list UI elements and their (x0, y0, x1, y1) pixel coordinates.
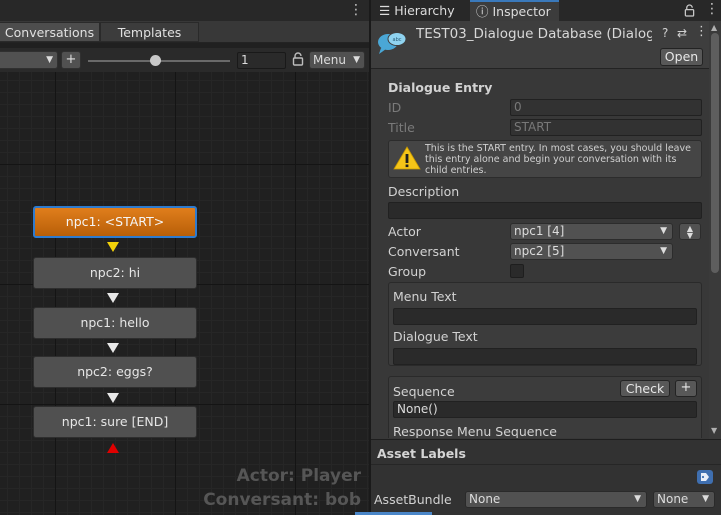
scroll-up-icon[interactable]: ▲ (711, 23, 717, 32)
help-text: This is the START entry. In most cases, … (425, 143, 691, 176)
tab-templates[interactable]: Templates (100, 22, 199, 42)
dialogue-node[interactable]: npc1: hello (33, 307, 197, 339)
chevron-down-icon: ▼ (353, 55, 360, 65)
lock-icon[interactable] (292, 52, 304, 66)
conversant-label: Conversant (388, 244, 460, 259)
title-field: START (510, 119, 702, 136)
assetbundle-variant-dropdown[interactable]: None ▼ (653, 491, 715, 508)
inspector-kebab-menu-icon[interactable]: ⋮ (705, 1, 719, 17)
tab-hierarchy-label: Hierarchy (394, 3, 455, 18)
check-sequence-button[interactable]: Check (620, 380, 670, 397)
chevron-down-icon: ▼ (686, 231, 694, 240)
actor-label: Actor (388, 224, 421, 239)
link-arrow-icon (107, 293, 119, 303)
editor-toolbar: ▼ + 1 Menu ▼ (0, 48, 369, 72)
tab-hierarchy[interactable]: ☰ Hierarchy (371, 0, 469, 21)
assetbundle-name-dropdown[interactable]: None ▼ (465, 491, 647, 508)
inspector-tab-row: ☰ Hierarchy ⓘ Inspector ⋮ (371, 0, 721, 21)
editor-tab-row: Conversations Templates (0, 21, 369, 43)
dialogue-editor-panel: ⋮ Conversations Templates ▼ + 1 Menu ▼ n… (0, 0, 369, 515)
conversant-overlay-label: Conversant: bob (203, 490, 361, 510)
preset-settings-icon[interactable]: ⇄ (677, 26, 687, 40)
scrollbar-thumb[interactable] (711, 33, 719, 273)
inspector-scrollbar[interactable]: ▲ ▼ (709, 21, 721, 439)
inspector-object-title: TEST03_Dialogue Database (Dialogue (416, 26, 652, 42)
dialogue-node-start[interactable]: npc1: <START> (33, 206, 197, 238)
help-box: This is the START entry. In most cases, … (388, 140, 702, 178)
menu-dropdown[interactable]: Menu ▼ (309, 51, 365, 69)
actor-value: npc1 [4] (514, 224, 565, 238)
tab-inspector-label: Inspector (492, 4, 551, 19)
start-link-arrow-icon (107, 242, 119, 252)
assetbundle-label: AssetBundle (374, 492, 452, 507)
menu-text-label: Menu Text (393, 289, 457, 304)
warning-icon (393, 146, 421, 170)
scroll-down-icon[interactable]: ▼ (711, 426, 717, 435)
tab-inspector[interactable]: ⓘ Inspector (470, 0, 559, 21)
tab-conversations[interactable]: Conversations (0, 22, 100, 42)
zoom-value-field[interactable]: 1 (237, 52, 286, 69)
help-icon[interactable]: ? (662, 26, 668, 40)
list-icon: ☰ (379, 3, 391, 18)
assetbundle-name-value: None (469, 492, 501, 506)
dialogue-database-icon: abc (378, 32, 407, 54)
sequence-field[interactable]: None() (393, 401, 697, 418)
add-sequence-button[interactable]: + (675, 380, 697, 397)
chevron-down-icon: ▼ (634, 494, 641, 504)
chevron-down-icon: ▼ (660, 226, 667, 236)
sequence-box: Sequence Check + None() Response Menu Se… (388, 376, 702, 438)
divider (371, 464, 721, 465)
asset-labels-section: Asset Labels AssetBundle None ▼ None ▼ (371, 439, 721, 515)
menu-dropdown-label: Menu (313, 53, 346, 67)
open-button[interactable]: Open (660, 48, 703, 66)
chevron-down-icon: ▼ (702, 494, 709, 504)
conversation-dropdown[interactable]: ▼ (0, 51, 58, 69)
dialogue-node-end[interactable]: npc1: sure [END] (33, 406, 197, 438)
asset-labels-title: Asset Labels (377, 446, 466, 461)
editor-kebab-menu-icon[interactable]: ⋮ (349, 2, 363, 18)
link-arrow-icon (107, 393, 119, 403)
response-menu-sequence-label: Response Menu Sequence (393, 424, 557, 438)
swap-actor-conversant-button[interactable]: ▲ ▼ (679, 223, 701, 240)
inspector-panel: ☰ Hierarchy ⓘ Inspector ⋮ abc TEST03_Dia… (371, 0, 721, 515)
assetbundle-variant-value: None (657, 492, 689, 506)
dialogue-text-label: Dialogue Text (393, 329, 478, 344)
actor-dropdown[interactable]: npc1 [4] ▼ (510, 223, 673, 240)
actor-overlay-label: Actor: Player (236, 466, 361, 486)
menu-text-field[interactable] (393, 308, 697, 325)
link-arrow-icon (107, 343, 119, 353)
title-label: Title (388, 120, 415, 135)
text-fields-box: Menu Text Dialogue Text (388, 282, 702, 366)
description-label: Description (388, 184, 460, 199)
chevron-down-icon: ▼ (660, 246, 667, 256)
dialogue-node[interactable]: npc2: hi (33, 257, 197, 289)
header-kebab-menu-icon[interactable]: ⋮ (695, 24, 708, 39)
label-tag-icon[interactable] (697, 470, 713, 484)
dialogue-text-field[interactable] (393, 348, 697, 365)
inspector-body: Dialogue Entry ID 0 Title START This is … (371, 70, 709, 438)
node-canvas[interactable]: npc1: <START> npc2: hi npc1: hello npc2:… (0, 72, 369, 515)
svg-text:abc: abc (393, 37, 402, 43)
group-label: Group (388, 264, 427, 279)
end-marker-arrow-icon (107, 443, 119, 453)
info-icon: ⓘ (476, 4, 489, 19)
conversant-value: npc2 [5] (514, 244, 565, 258)
id-field: 0 (510, 99, 702, 116)
id-label: ID (388, 100, 402, 115)
add-conversation-button[interactable]: + (61, 51, 81, 69)
editor-title-strip: ⋮ (0, 0, 369, 21)
group-checkbox[interactable] (510, 264, 524, 278)
chevron-down-icon: ▼ (46, 55, 53, 65)
sequence-label: Sequence (393, 384, 455, 399)
zoom-slider-handle[interactable] (150, 55, 161, 66)
lock-icon[interactable] (684, 4, 695, 17)
description-field[interactable] (388, 202, 702, 219)
section-title-dialogue-entry: Dialogue Entry (388, 80, 493, 95)
conversant-dropdown[interactable]: npc2 [5] ▼ (510, 243, 673, 260)
dialogue-node[interactable]: npc2: eggs? (33, 356, 197, 388)
inspector-header: abc TEST03_Dialogue Database (Dialogue ?… (371, 21, 709, 69)
